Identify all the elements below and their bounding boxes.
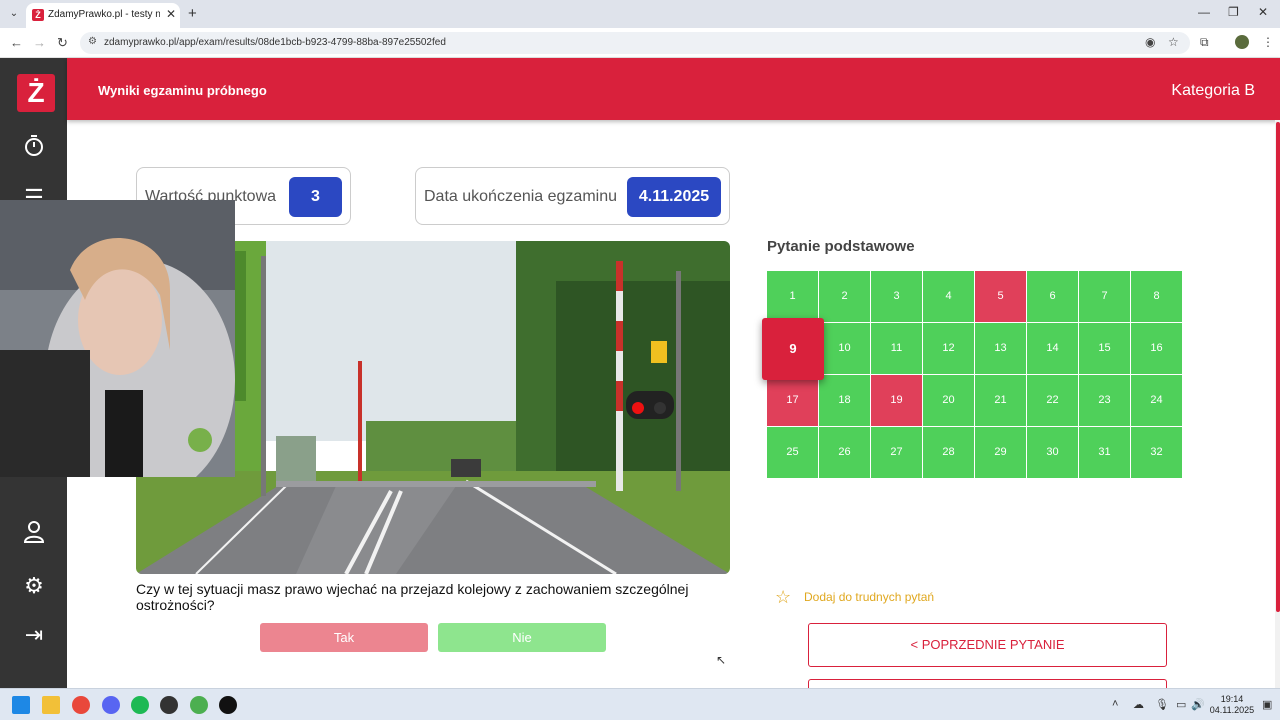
- question-cell-6[interactable]: 6: [1027, 271, 1078, 322]
- windows-taskbar: ˄ ☁ 🎙 ▭ 🔊 19:14 04.11.2025 ▣: [0, 688, 1280, 720]
- notification-icon[interactable]: ▣: [1262, 698, 1272, 711]
- question-cell-24[interactable]: 24: [1131, 375, 1182, 426]
- chrome-profile-icon[interactable]: [190, 696, 208, 714]
- previous-question-button[interactable]: < POPRZEDNIE PYTANIE: [808, 623, 1167, 667]
- obs-icon[interactable]: [160, 696, 178, 714]
- question-cell-32[interactable]: 32: [1131, 427, 1182, 478]
- zdamyprawko-logo[interactable]: Ż: [17, 74, 55, 112]
- forward-icon[interactable]: →: [33, 35, 46, 50]
- gear-icon[interactable]: ⚙: [18, 570, 50, 602]
- question-cell-9[interactable]: 9: [762, 318, 824, 380]
- close-tab-icon[interactable]: ✕: [166, 7, 176, 21]
- clock-time: 19:14: [1220, 694, 1244, 704]
- answer-yes-button[interactable]: Tak: [260, 623, 428, 652]
- tab-title: ZdamyPrawko.pl - testy na prawo jazdy: [48, 9, 160, 20]
- question-cell-28[interactable]: 28: [923, 427, 974, 478]
- back-icon[interactable]: ←: [10, 35, 23, 50]
- browser-tab[interactable]: Ż ZdamyPrawko.pl - testy na prawo jazdy …: [26, 3, 180, 28]
- stopwatch-icon[interactable]: [18, 133, 50, 165]
- answer-no-button[interactable]: Nie: [438, 623, 606, 652]
- cloud-icon[interactable]: ☁: [1133, 698, 1144, 711]
- file-explorer-icon[interactable]: [42, 696, 60, 714]
- question-cell-23[interactable]: 23: [1079, 375, 1130, 426]
- webcam-overlay: [0, 200, 235, 477]
- discord-icon[interactable]: [102, 696, 120, 714]
- date-label: Data ukończenia egzaminu: [424, 188, 618, 205]
- favicon-icon: Ż: [32, 9, 44, 21]
- extensions-icon[interactable]: ⧉: [1200, 35, 1209, 50]
- question-cell-27[interactable]: 27: [871, 427, 922, 478]
- close-window-icon[interactable]: ✕: [1258, 5, 1268, 19]
- question-cell-12[interactable]: 12: [923, 323, 974, 374]
- profile-avatar[interactable]: [1235, 35, 1249, 49]
- microphone-icon[interactable]: 🎙: [1155, 698, 1169, 711]
- url-text: zdamyprawko.pl/app/exam/results/08de1bcb…: [104, 37, 446, 48]
- question-cell-19[interactable]: 19: [871, 375, 922, 426]
- question-cell-25[interactable]: 25: [767, 427, 818, 478]
- question-cell-14[interactable]: 14: [1027, 323, 1078, 374]
- question-cell-10[interactable]: 10: [819, 323, 870, 374]
- star-icon: ☆: [775, 587, 792, 607]
- chrome-icon[interactable]: [72, 696, 90, 714]
- question-cell-5[interactable]: 5: [975, 271, 1026, 322]
- user-icon[interactable]: [18, 520, 50, 552]
- question-cell-2[interactable]: 2: [819, 271, 870, 322]
- browser-menu-icon[interactable]: ⋮: [1262, 35, 1274, 49]
- eye-off-icon[interactable]: ◉: [1145, 35, 1155, 49]
- reload-icon[interactable]: ↻: [57, 35, 68, 51]
- question-cell-15[interactable]: 15: [1079, 323, 1130, 374]
- tab-search-icon[interactable]: ⌄: [6, 6, 22, 22]
- date-value: 4.11.2025: [627, 177, 721, 217]
- question-cell-17[interactable]: 17: [767, 375, 818, 426]
- clock-date: 04.11.2025: [1209, 705, 1255, 715]
- browser-tab-bar: ⌄ Ż ZdamyPrawko.pl - testy na prawo jazd…: [0, 0, 1280, 28]
- points-value: 3: [289, 177, 342, 217]
- question-cell-1[interactable]: 1: [767, 271, 818, 322]
- taskbar-clock[interactable]: 19:14 04.11.2025: [1208, 694, 1256, 716]
- minimize-icon[interactable]: —: [1198, 5, 1210, 19]
- spotify-icon[interactable]: [131, 696, 149, 714]
- restore-icon[interactable]: ❐: [1228, 5, 1239, 19]
- question-cell-16[interactable]: 16: [1131, 323, 1182, 374]
- question-cell-31[interactable]: 31: [1079, 427, 1130, 478]
- app-header: Wyniki egzaminu próbnego Kategoria B: [67, 58, 1280, 120]
- question-cell-29[interactable]: 29: [975, 427, 1026, 478]
- logout-icon[interactable]: ⇥: [18, 619, 50, 651]
- date-card: Data ukończenia egzaminu 4.11.2025: [415, 167, 730, 225]
- question-cell-8[interactable]: 8: [1131, 271, 1182, 322]
- favorite-label: Dodaj do trudnych pytań: [804, 590, 935, 604]
- mouse-cursor-icon: ↖: [716, 653, 727, 667]
- question-cell-21[interactable]: 21: [975, 375, 1026, 426]
- question-cell-13[interactable]: 13: [975, 323, 1026, 374]
- question-cell-22[interactable]: 22: [1027, 375, 1078, 426]
- volume-icon[interactable]: 🔊: [1191, 698, 1205, 711]
- question-cell-18[interactable]: 18: [819, 375, 870, 426]
- question-grid: 1 2 3 4 5 6 7 8 9 10 11 12 13 14 15 16 17 18 19 20 21 22 23 24 2…: [762, 271, 1183, 479]
- question-cell-4[interactable]: 4: [923, 271, 974, 322]
- grid-title: Pytanie podstawowe: [767, 238, 915, 255]
- question-text: Czy w tej sytuacji masz prawo wjechać na…: [136, 581, 689, 613]
- bookmark-star-icon[interactable]: ☆: [1168, 35, 1179, 49]
- address-bar: ← → ↻ ⚙ zdamyprawko.pl/app/exam/results/…: [0, 28, 1280, 58]
- site-info-icon[interactable]: ⚙: [88, 36, 97, 47]
- tiktok-icon[interactable]: [219, 696, 237, 714]
- question-cell-26[interactable]: 26: [819, 427, 870, 478]
- page-title: Wyniki egzaminu próbnego: [98, 83, 267, 98]
- scrollbar-thumb[interactable]: [1276, 122, 1280, 612]
- question-cell-20[interactable]: 20: [923, 375, 974, 426]
- question-cell-11[interactable]: 11: [871, 323, 922, 374]
- question-cell-7[interactable]: 7: [1079, 271, 1130, 322]
- network-icon[interactable]: ▭: [1176, 698, 1186, 711]
- tray-chevron-icon[interactable]: ˄: [1112, 698, 1118, 710]
- category-label: Kategoria B: [1171, 82, 1255, 99]
- windows-start-icon[interactable]: [12, 696, 30, 714]
- url-field[interactable]: ⚙ zdamyprawko.pl/app/exam/results/08de1b…: [80, 32, 1190, 54]
- new-tab-icon[interactable]: +: [188, 5, 197, 22]
- question-cell-3[interactable]: 3: [871, 271, 922, 322]
- question-cell-30[interactable]: 30: [1027, 427, 1078, 478]
